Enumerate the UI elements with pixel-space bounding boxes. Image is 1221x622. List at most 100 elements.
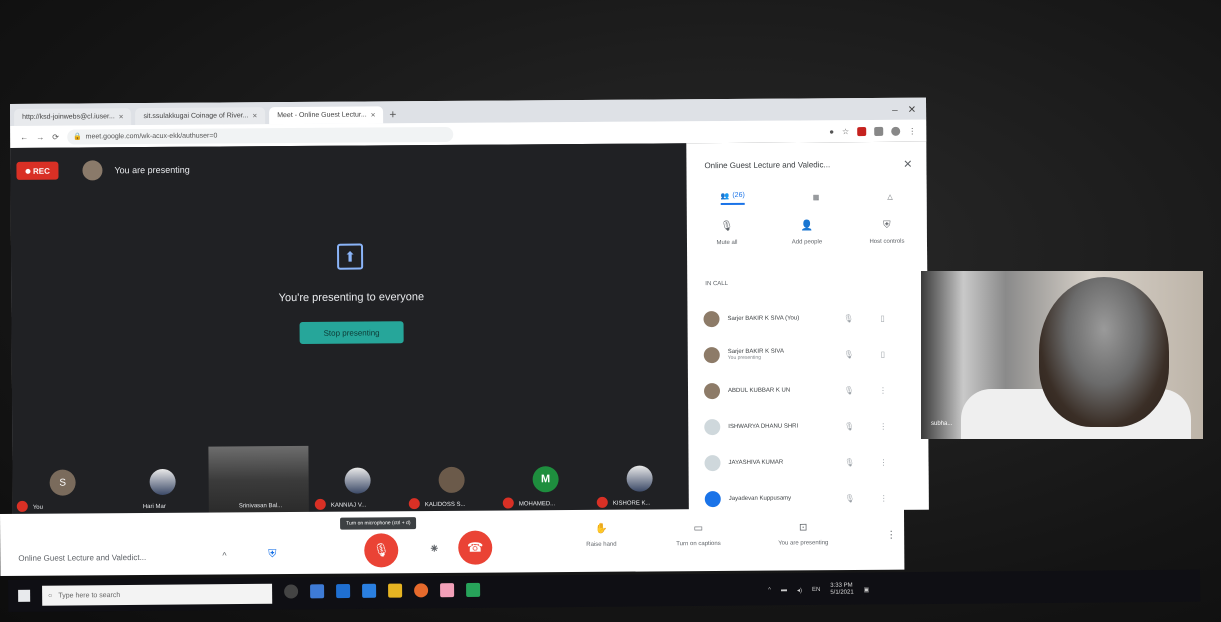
participant-tile[interactable]: KISHORE K... xyxy=(592,443,686,512)
firefox-icon[interactable] xyxy=(414,583,429,598)
list-item[interactable]: JAYASHIVA KUMAR 🎙 ⋮ xyxy=(688,444,928,482)
pin-icon[interactable]: ▯ xyxy=(869,313,895,322)
app-icon[interactable] xyxy=(440,583,455,598)
windows-start-icon[interactable] xyxy=(18,589,31,602)
word-icon[interactable] xyxy=(362,583,377,598)
close-window-icon[interactable]: ✕ xyxy=(908,104,916,115)
participant-name-text: ISHWARYA DHANU SHRI xyxy=(728,423,799,430)
avatar xyxy=(438,466,465,494)
participant-status: You presenting xyxy=(727,354,761,361)
raise-hand-button[interactable]: ✋ Raise hand xyxy=(586,524,617,548)
clock-date: 5/1/2021 xyxy=(830,589,854,596)
edge-icon[interactable] xyxy=(336,584,351,599)
list-item[interactable]: Sarjer BAKIR K SIVA You presenting 🎙 ▯ xyxy=(688,336,928,374)
more-icon[interactable]: ⋮ xyxy=(870,457,896,466)
close-icon[interactable]: × xyxy=(119,112,124,121)
shield-icon[interactable]: ⛨ xyxy=(268,548,276,561)
present-now-button[interactable]: ⊡ You are presenting xyxy=(778,522,828,546)
close-icon[interactable]: ✕ xyxy=(903,158,912,171)
participant-name: KALIDOSS S... xyxy=(424,501,466,509)
captions-icon: ▭ xyxy=(693,523,704,535)
participant-tile[interactable]: KANNIAJ V... xyxy=(310,445,404,514)
list-item[interactable]: ISHWARYA DHANU SHRI 🎙 ⋮ xyxy=(688,408,928,446)
search-placeholder: Type here to search xyxy=(58,591,121,600)
network-icon[interactable]: ▬ xyxy=(781,587,787,593)
leave-call-button[interactable]: ☎ xyxy=(458,530,493,565)
mic-off-icon: 🎙 xyxy=(720,220,734,233)
more-options-icon[interactable]: ⋮ xyxy=(886,530,896,541)
meet-control-bar: Online Guest Lecture and Valedict... ^ ⛨… xyxy=(0,507,905,576)
video-content xyxy=(1039,277,1169,427)
mute-all-button[interactable]: 🎙 Mute all xyxy=(692,221,762,246)
chevron-up-icon[interactable]: ^ xyxy=(222,550,226,560)
reload-icon[interactable]: ⟳ xyxy=(52,132,59,141)
new-tab-icon[interactable]: + xyxy=(389,106,396,123)
captions-button[interactable]: ▭ Turn on captions xyxy=(676,523,721,547)
language-indicator[interactable]: EN xyxy=(812,587,820,593)
shield-icon: ⛨ xyxy=(883,219,891,231)
list-item[interactable]: Sarjer BAKIR K SIVA (You) 🎙 ▯ xyxy=(687,300,927,338)
camera-button[interactable]: ⁕ xyxy=(424,539,444,559)
mic-off-icon xyxy=(596,496,608,508)
meeting-title[interactable]: Online Guest Lecture and Valedict... xyxy=(18,553,146,563)
button-label: Turn on captions xyxy=(676,540,721,548)
participant-tile[interactable]: KALIDOSS S... xyxy=(404,445,498,514)
more-icon[interactable]: ⋮ xyxy=(871,493,897,502)
browser-tab-2[interactable]: sit.ssulakkugai Coinage of River... × xyxy=(135,107,266,126)
mic-off-icon: 🎙 xyxy=(844,493,855,503)
more-icon[interactable]: ⋮ xyxy=(870,385,896,394)
avatar xyxy=(704,491,721,508)
action-label: Mute all xyxy=(716,239,738,247)
browser-tab-3[interactable]: Meet - Online Guest Lectur... × xyxy=(269,106,384,125)
tab-label: sit.ssulakkugai Coinage of River... xyxy=(143,112,249,121)
stop-presenting-button[interactable]: Stop presenting xyxy=(299,321,404,344)
tab-people[interactable]: 👥 (26) xyxy=(720,191,745,205)
star-icon[interactable]: ☆ xyxy=(842,127,849,136)
pin-icon[interactable]: ▯ xyxy=(870,349,896,358)
camera-icon[interactable]: ● xyxy=(829,127,834,136)
close-icon[interactable]: × xyxy=(252,111,257,120)
participant-list: Sarjer BAKIR K SIVA (You) 🎙 ▯ Sarjer BAK… xyxy=(687,300,929,518)
button-label: Raise hand xyxy=(586,541,617,548)
mic-off-icon: 🎙 xyxy=(843,313,854,323)
chevron-up-icon[interactable]: ^ xyxy=(768,587,771,593)
task-view-icon[interactable] xyxy=(284,584,299,599)
extension-icon[interactable] xyxy=(857,126,867,136)
host-controls-button[interactable]: ⛨ Host controls xyxy=(852,220,922,245)
clock[interactable]: 3:33 PM 5/1/2021 xyxy=(830,583,853,597)
minimize-icon[interactable]: – xyxy=(892,104,898,115)
participant-video-tile[interactable]: Srinivasan Bal... xyxy=(208,445,309,515)
system-tray: ^ ▬ ◂) EN 3:33 PM 5/1/2021 ▣ xyxy=(768,582,869,597)
back-icon[interactable]: ← xyxy=(20,132,28,141)
volume-icon[interactable]: ◂) xyxy=(797,587,802,594)
more-icon[interactable]: ⋮ xyxy=(870,421,896,430)
taskbar-search[interactable]: ○ Type here to search xyxy=(42,583,273,606)
notification-icon[interactable]: ▣ xyxy=(864,586,870,593)
participant-tile[interactable]: Hari Mar xyxy=(112,447,212,516)
tab-activities[interactable]: △ xyxy=(887,193,892,201)
presenting-message: You're presenting to everyone xyxy=(278,291,425,305)
menu-icon[interactable]: ⋮ xyxy=(908,126,916,135)
avatar xyxy=(82,160,103,181)
avatar xyxy=(703,347,720,364)
participant-name: JAYASHIVA KUMAR xyxy=(729,459,829,466)
app-icon[interactable] xyxy=(466,582,481,598)
chrome-icon[interactable] xyxy=(310,584,325,599)
participant-tile[interactable]: M MOHAMED... xyxy=(498,444,592,513)
tab-chat[interactable]: ▦ xyxy=(813,193,820,201)
avatar xyxy=(704,419,721,436)
add-people-button[interactable]: 👤 Add people xyxy=(772,220,842,245)
url-field[interactable]: 🔒 meet.google.com/wk-acux-ekk/authuser=0 xyxy=(66,126,453,145)
forward-icon[interactable]: → xyxy=(36,132,44,141)
participant-tile[interactable]: S You xyxy=(12,447,112,516)
list-item[interactable]: ABDUL KUBBAR K UN 🎙 ⋮ xyxy=(688,372,928,410)
browser-window: http://ksd-joinwebs@cl.iuser... × sit.ss… xyxy=(10,97,929,518)
avatar: M xyxy=(532,466,559,493)
folder-icon[interactable] xyxy=(388,583,403,598)
close-icon[interactable]: × xyxy=(371,110,376,119)
profile-avatar[interactable] xyxy=(891,126,901,136)
self-video-feed: subha... xyxy=(921,271,1203,439)
puzzle-icon[interactable] xyxy=(874,126,884,136)
microphone-button[interactable]: 🎙 xyxy=(364,533,399,568)
browser-tab-1[interactable]: http://ksd-joinwebs@cl.iuser... × xyxy=(14,108,132,126)
